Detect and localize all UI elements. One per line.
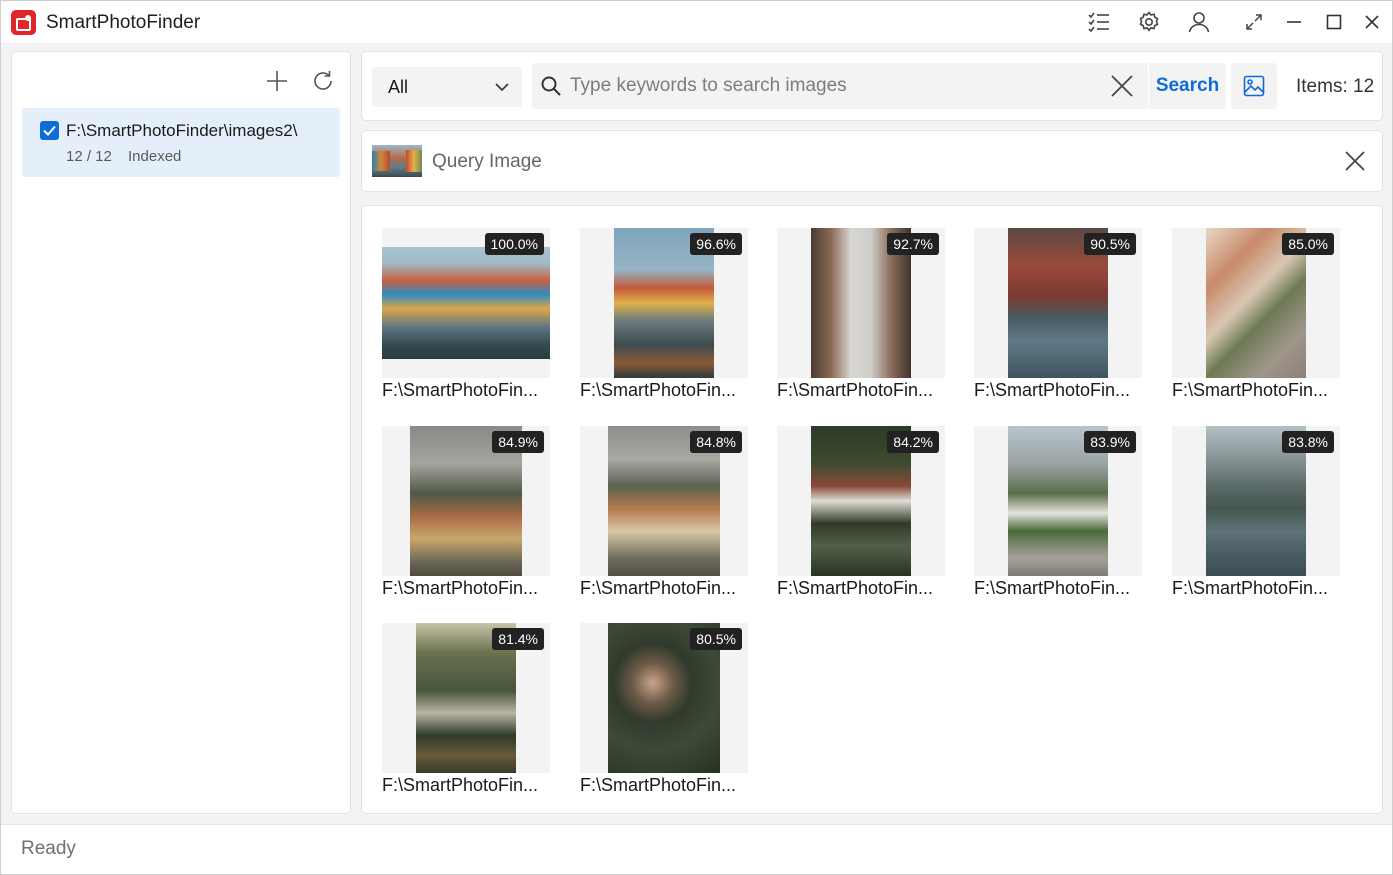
similarity-badge: 85.0% xyxy=(1282,233,1334,255)
filter-value: All xyxy=(388,77,409,97)
folder-checkbox[interactable] xyxy=(40,121,59,140)
result-filename: F:\SmartPhotoFin... xyxy=(580,775,737,795)
folder-item[interactable]: F:\SmartPhotoFinder\images2\ 12 / 12 Ind… xyxy=(22,108,340,177)
folder-status: Indexed xyxy=(128,148,182,165)
folder-count: 12 / 12 xyxy=(66,148,112,165)
similarity-badge: 96.6% xyxy=(690,233,742,255)
similarity-badge: 84.8% xyxy=(690,431,742,453)
search-input[interactable] xyxy=(570,63,1100,109)
query-image-label: Query Image xyxy=(432,151,542,172)
chevron-down-icon xyxy=(495,83,509,92)
thumbnail: 81.4% xyxy=(382,623,550,773)
fullscreen-icon[interactable] xyxy=(1239,7,1269,37)
similarity-badge: 92.7% xyxy=(887,233,939,255)
result-filename: F:\SmartPhotoFin... xyxy=(382,380,539,400)
clear-search-icon[interactable] xyxy=(1110,74,1134,103)
result-card[interactable]: 96.6% F:\SmartPhotoFin... xyxy=(580,228,748,416)
thumbnail: 84.9% xyxy=(382,426,550,576)
similarity-badge: 81.4% xyxy=(492,628,544,650)
result-card[interactable]: 100.0% F:\SmartPhotoFin... xyxy=(382,228,550,416)
checkmark-icon xyxy=(43,125,56,136)
result-card[interactable]: 84.9% F:\SmartPhotoFin... xyxy=(382,426,550,614)
add-folder-button[interactable] xyxy=(262,66,292,96)
search-box xyxy=(532,63,1148,109)
search-button[interactable]: Search xyxy=(1148,63,1226,109)
similarity-badge: 100.0% xyxy=(484,233,544,255)
gear-icon[interactable] xyxy=(1134,7,1164,37)
tasks-icon[interactable] xyxy=(1084,7,1114,37)
close-icon[interactable] xyxy=(1357,7,1387,37)
result-filename: F:\SmartPhotoFin... xyxy=(777,380,934,400)
close-query-icon[interactable] xyxy=(1342,148,1368,179)
result-filename: F:\SmartPhotoFin... xyxy=(382,578,539,598)
thumbnail: 85.0% xyxy=(1172,228,1340,378)
search-toolbar: All Search xyxy=(361,51,1383,121)
thumbnail: 90.5% xyxy=(974,228,1142,378)
result-card[interactable]: 80.5% F:\SmartPhotoFin... xyxy=(580,623,748,811)
app-logo-icon xyxy=(11,10,36,35)
main-area: F:\SmartPhotoFinder\images2\ 12 / 12 Ind… xyxy=(1,43,1392,824)
thumbnail: 96.6% xyxy=(580,228,748,378)
title-bar: SmartPhotoFinder xyxy=(1,1,1392,43)
similarity-badge: 84.2% xyxy=(887,431,939,453)
user-icon[interactable] xyxy=(1184,7,1214,37)
app-window: SmartPhotoFinder F:\SmartPhotoFinder\ima… xyxy=(0,0,1393,875)
result-filename: F:\SmartPhotoFin... xyxy=(974,578,1131,598)
thumbnail: 80.5% xyxy=(580,623,748,773)
query-thumbnail xyxy=(372,145,422,177)
similarity-badge: 80.5% xyxy=(690,628,742,650)
photo xyxy=(382,247,550,359)
filter-dropdown[interactable]: All xyxy=(372,67,522,107)
result-filename: F:\SmartPhotoFin... xyxy=(580,578,737,598)
refresh-button[interactable] xyxy=(308,66,338,96)
thumbnail: 100.0% xyxy=(382,228,550,378)
folder-path: F:\SmartPhotoFinder\images2\ xyxy=(66,121,298,140)
thumbnail: 83.9% xyxy=(974,426,1142,576)
status-text: Ready xyxy=(21,838,76,859)
image-icon xyxy=(1243,75,1265,97)
result-card[interactable]: 85.0% F:\SmartPhotoFin... xyxy=(1172,228,1340,416)
thumbnail: 92.7% xyxy=(777,228,945,378)
result-card[interactable]: 84.8% F:\SmartPhotoFin... xyxy=(580,426,748,614)
thumbnail: 83.8% xyxy=(1172,426,1340,576)
status-bar: Ready xyxy=(1,824,1392,874)
search-icon xyxy=(540,75,562,102)
result-card[interactable]: 83.9% F:\SmartPhotoFin... xyxy=(974,426,1142,614)
result-card[interactable]: 81.4% F:\SmartPhotoFin... xyxy=(382,623,550,811)
app-title: SmartPhotoFinder xyxy=(46,12,201,33)
similarity-badge: 90.5% xyxy=(1084,233,1136,255)
thumbnail: 84.8% xyxy=(580,426,748,576)
query-image-bar: Query Image xyxy=(361,130,1383,192)
refresh-icon xyxy=(314,71,332,90)
minimize-icon[interactable] xyxy=(1279,7,1309,37)
result-card[interactable]: 92.7% F:\SmartPhotoFin... xyxy=(777,228,945,416)
similarity-badge: 83.8% xyxy=(1282,431,1334,453)
result-filename: F:\SmartPhotoFin... xyxy=(974,380,1131,400)
result-card[interactable]: 90.5% F:\SmartPhotoFin... xyxy=(974,228,1142,416)
plus-icon xyxy=(267,71,287,91)
thumbnail: 84.2% xyxy=(777,426,945,576)
result-filename: F:\SmartPhotoFin... xyxy=(580,380,737,400)
items-count: Items: 12 xyxy=(1296,76,1375,97)
result-card[interactable]: 83.8% F:\SmartPhotoFin... xyxy=(1172,426,1340,614)
result-filename: F:\SmartPhotoFin... xyxy=(777,578,934,598)
result-filename: F:\SmartPhotoFin... xyxy=(1172,578,1329,598)
result-filename: F:\SmartPhotoFin... xyxy=(382,775,539,795)
maximize-icon[interactable] xyxy=(1319,7,1349,37)
image-search-button[interactable] xyxy=(1231,63,1277,109)
result-card[interactable]: 84.2% F:\SmartPhotoFin... xyxy=(777,426,945,614)
results-grid: 100.0% F:\SmartPhotoFin... 96.6% F:\Smar… xyxy=(361,205,1383,814)
folder-sidebar: F:\SmartPhotoFinder\images2\ 12 / 12 Ind… xyxy=(11,51,351,814)
result-filename: F:\SmartPhotoFin... xyxy=(1172,380,1329,400)
similarity-badge: 84.9% xyxy=(492,431,544,453)
similarity-badge: 83.9% xyxy=(1084,431,1136,453)
